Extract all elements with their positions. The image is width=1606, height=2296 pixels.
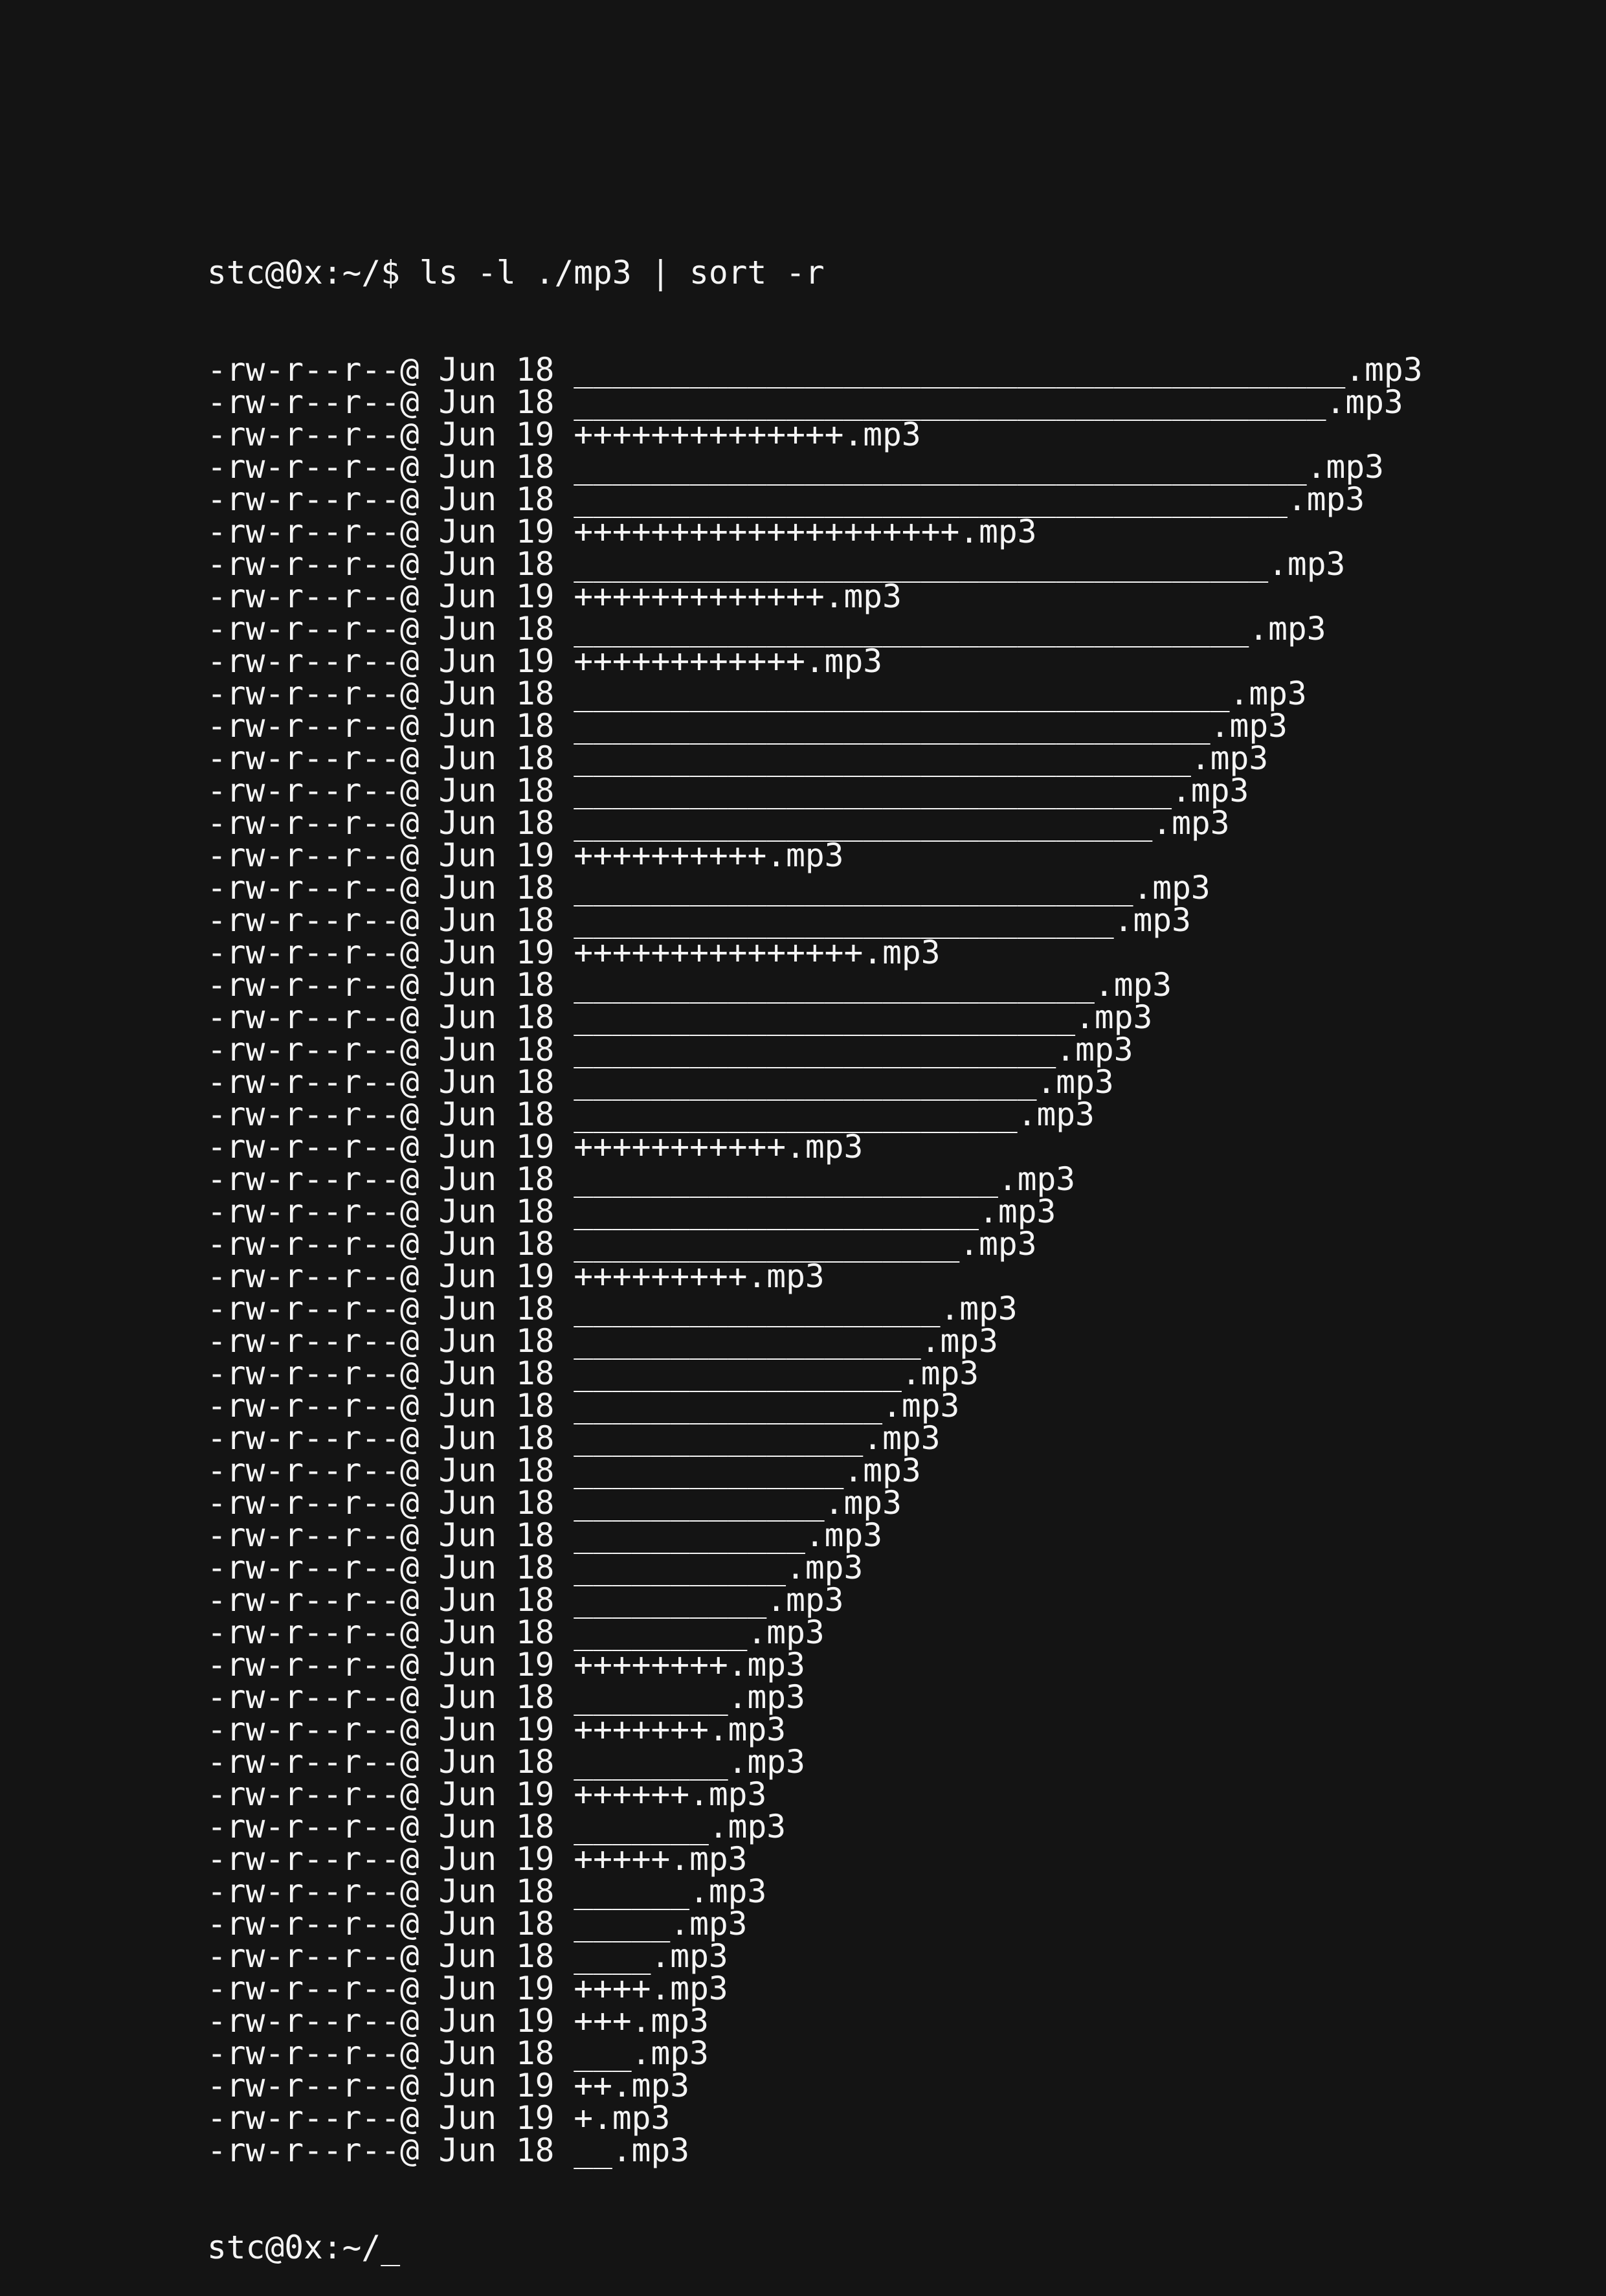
file-listing: -rw-r--r--@ Jun 18 _____________________… — [207, 354, 1423, 2167]
file-row: -rw-r--r--@ Jun 18 ___.mp3 — [207, 2037, 1423, 2069]
file-row: -rw-r--r--@ Jun 19 +++++.mp3 — [207, 1843, 1423, 1875]
file-name: __.mp3 — [574, 2132, 690, 2169]
file-row: -rw-r--r--@ Jun 18 ___________________.m… — [207, 1292, 1423, 1325]
terminal-output: stc@0x:~/$ ls -l ./mp3 | sort -r -rw-r--… — [207, 192, 1423, 2296]
file-row: -rw-r--r--@ Jun 18 _____________________… — [207, 1033, 1423, 1066]
file-row: -rw-r--r--@ Jun 18 __.mp3 — [207, 2134, 1423, 2167]
file-row: -rw-r--r--@ Jun 18 _____________________… — [207, 1066, 1423, 1098]
file-row: -rw-r--r--@ Jun 18 _____________________… — [207, 483, 1423, 515]
file-row: -rw-r--r--@ Jun 19 ++++++++++++++++++++.… — [207, 515, 1423, 548]
file-row: -rw-r--r--@ Jun 19 +++++++++++.mp3 — [207, 1131, 1423, 1163]
file-row: -rw-r--r--@ Jun 18 ____.mp3 — [207, 1940, 1423, 1972]
command-text: ls -l ./mp3 | sort -r — [419, 254, 825, 291]
file-row: -rw-r--r--@ Jun 18 ____________.mp3 — [207, 1519, 1423, 1551]
file-row: -rw-r--r--@ Jun 18 ____________________.… — [207, 1228, 1423, 1260]
file-row: -rw-r--r--@ Jun 19 ++++++++++.mp3 — [207, 839, 1423, 872]
file-row: -rw-r--r--@ Jun 19 +++++++++++++.mp3 — [207, 580, 1423, 613]
file-row: -rw-r--r--@ Jun 18 _____________________… — [207, 386, 1423, 418]
file-row: -rw-r--r--@ Jun 18 _____________________… — [207, 1098, 1423, 1131]
file-row: -rw-r--r--@ Jun 18 _____________________… — [207, 1163, 1423, 1195]
file-row: -rw-r--r--@ Jun 18 ___________.mp3 — [207, 1551, 1423, 1584]
file-row: -rw-r--r--@ Jun 18 __________.mp3 — [207, 1584, 1423, 1616]
file-row: -rw-r--r--@ Jun 18 _____________________… — [207, 807, 1423, 839]
final-prompt-line[interactable]: stc@0x:~/_ — [207, 2231, 1423, 2264]
file-row: -rw-r--r--@ Jun 19 ++.mp3 — [207, 2069, 1423, 2102]
file-row: -rw-r--r--@ Jun 18 _____________________… — [207, 904, 1423, 936]
file-row: -rw-r--r--@ Jun 18 _________.mp3 — [207, 1616, 1423, 1649]
file-row: -rw-r--r--@ Jun 19 +.mp3 — [207, 2102, 1423, 2134]
shell-prompt: stc@0x:~/$ — [207, 254, 401, 291]
file-row: -rw-r--r--@ Jun 18 ________________.mp3 — [207, 1390, 1423, 1422]
file-row: -rw-r--r--@ Jun 18 _____________________… — [207, 677, 1423, 710]
command-line: stc@0x:~/$ ls -l ./mp3 | sort -r — [207, 256, 1423, 289]
file-row: -rw-r--r--@ Jun 18 ______.mp3 — [207, 1875, 1423, 1908]
file-row: -rw-r--r--@ Jun 18 _______________.mp3 — [207, 1422, 1423, 1454]
file-row: -rw-r--r--@ Jun 18 _____________________… — [207, 710, 1423, 742]
file-row: -rw-r--r--@ Jun 18 _____________________… — [207, 548, 1423, 580]
file-date: Jun 18 — [438, 2132, 555, 2169]
file-row: -rw-r--r--@ Jun 18 _____________________… — [207, 451, 1423, 483]
file-row: -rw-r--r--@ Jun 18 _________________.mp3 — [207, 1357, 1423, 1390]
file-row: -rw-r--r--@ Jun 19 ++++.mp3 — [207, 1972, 1423, 2005]
file-row: -rw-r--r--@ Jun 18 _____________________… — [207, 969, 1423, 1001]
file-row: -rw-r--r--@ Jun 18 _____.mp3 — [207, 1908, 1423, 1940]
text-cursor: _ — [381, 2229, 401, 2266]
file-row: -rw-r--r--@ Jun 18 _____________________… — [207, 1001, 1423, 1033]
file-row: -rw-r--r--@ Jun 18 _____________________… — [207, 1195, 1423, 1228]
file-row: -rw-r--r--@ Jun 18 ________.mp3 — [207, 1681, 1423, 1713]
file-row: -rw-r--r--@ Jun 18 _____________.mp3 — [207, 1487, 1423, 1519]
file-row: -rw-r--r--@ Jun 19 ++++++++++++++.mp3 — [207, 418, 1423, 451]
final-shell-prompt: stc@0x:~/ — [207, 2229, 381, 2266]
file-permissions: -rw-r--r--@ — [207, 2132, 419, 2169]
file-row: -rw-r--r--@ Jun 19 ++++++.mp3 — [207, 1778, 1423, 1810]
file-row: -rw-r--r--@ Jun 19 ++++++++++++.mp3 — [207, 645, 1423, 677]
file-row: -rw-r--r--@ Jun 18 _____________________… — [207, 613, 1423, 645]
file-row: -rw-r--r--@ Jun 18 __________________.mp… — [207, 1325, 1423, 1357]
file-row: -rw-r--r--@ Jun 18 _______.mp3 — [207, 1810, 1423, 1843]
file-row: -rw-r--r--@ Jun 19 ++++++++.mp3 — [207, 1649, 1423, 1681]
file-row: -rw-r--r--@ Jun 18 _____________________… — [207, 742, 1423, 774]
file-row: -rw-r--r--@ Jun 19 +++++++++++++++.mp3 — [207, 936, 1423, 969]
file-row: -rw-r--r--@ Jun 18 _____________________… — [207, 872, 1423, 904]
file-row: -rw-r--r--@ Jun 18 ______________.mp3 — [207, 1454, 1423, 1487]
file-row: -rw-r--r--@ Jun 18 _____________________… — [207, 354, 1423, 386]
file-row: -rw-r--r--@ Jun 18 _____________________… — [207, 774, 1423, 807]
file-row: -rw-r--r--@ Jun 18 ________.mp3 — [207, 1746, 1423, 1778]
file-row: -rw-r--r--@ Jun 19 +++++++++.mp3 — [207, 1260, 1423, 1292]
file-row: -rw-r--r--@ Jun 19 +++++++.mp3 — [207, 1713, 1423, 1746]
file-row: -rw-r--r--@ Jun 19 +++.mp3 — [207, 2005, 1423, 2037]
